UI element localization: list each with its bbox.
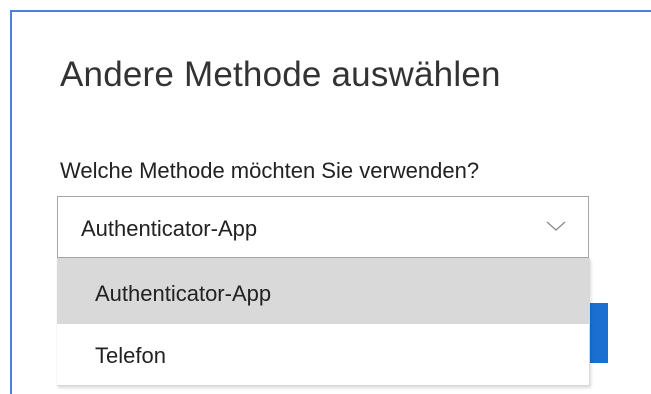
- chevron-down-icon: [546, 221, 566, 231]
- dropdown-option-label: Authenticator-App: [95, 281, 272, 306]
- dropdown-option-authenticator-app[interactable]: Authenticator-App: [57, 258, 589, 324]
- dialog-title: Andere Methode auswählen: [60, 55, 501, 94]
- method-select[interactable]: Authenticator-App: [57, 196, 589, 258]
- dialog-border-top: [10, 10, 651, 12]
- method-question-label: Welche Methode möchten Sie verwenden?: [60, 158, 480, 183]
- select-method-dialog: Andere Methode auswählen Welche Methode …: [0, 0, 651, 394]
- next-button[interactable]: [590, 303, 608, 363]
- dropdown-option-label: Telefon: [95, 343, 166, 368]
- dialog-border-left: [10, 10, 12, 394]
- dropdown-option-telefon[interactable]: Telefon: [57, 324, 589, 390]
- method-dropdown-list: Authenticator-App Telefon: [57, 258, 590, 386]
- method-select-value: Authenticator-App: [81, 216, 258, 241]
